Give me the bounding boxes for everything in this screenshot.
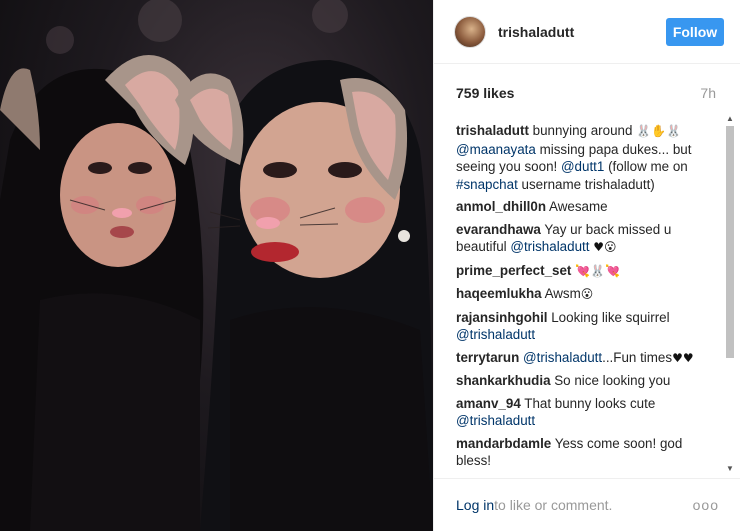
emoji-icon: ♥ bbox=[593, 240, 604, 254]
post-sidebar: trishaladutt Follow 759 likes 7h trishal… bbox=[433, 0, 740, 531]
comment-text: Awesame bbox=[546, 199, 608, 214]
comment-text: That bunny looks cute bbox=[520, 395, 656, 411]
emoji-icon: 🐰✋🐰 bbox=[636, 124, 681, 138]
scroll-track[interactable] bbox=[725, 126, 735, 464]
comment-mention-link[interactable]: #snapchat bbox=[456, 177, 518, 192]
more-options-icon[interactable]: ooo bbox=[693, 497, 719, 513]
comment-item: amanv_94 That bunny looks cute @trishala… bbox=[456, 395, 718, 430]
comments-list[interactable]: trishaladutt bunnying around 🐰✋🐰 @maanay… bbox=[456, 122, 718, 474]
scroll-down-arrow-icon[interactable]: ▼ bbox=[725, 464, 735, 474]
comment-text: bunnying around bbox=[528, 123, 637, 138]
comment-username[interactable]: mandarbdamle bbox=[456, 436, 551, 451]
comment-text: username trishaladutt) bbox=[517, 176, 655, 192]
comment-mention-link[interactable]: @trishaladutt bbox=[510, 239, 589, 254]
comment-username[interactable]: anmol_dhill0n bbox=[456, 199, 546, 214]
post-photo[interactable] bbox=[0, 0, 433, 531]
comment-text: So nice looking you bbox=[550, 373, 671, 388]
post-header: trishaladutt Follow bbox=[434, 0, 740, 64]
comment-item: anmol_dhill0n Awesame bbox=[456, 198, 718, 216]
likes-count[interactable]: 759 likes bbox=[456, 85, 514, 101]
emoji-icon: ♥♥ bbox=[672, 350, 694, 365]
comment-username[interactable]: trishaladutt bbox=[456, 123, 529, 138]
instagram-post: trishaladutt Follow 759 likes 7h trishal… bbox=[0, 0, 740, 531]
login-link[interactable]: Log in bbox=[456, 497, 494, 513]
comment-username[interactable]: prime_perfect_set bbox=[456, 263, 571, 278]
scroll-up-arrow-icon[interactable]: ▲ bbox=[725, 114, 735, 124]
comment-username[interactable]: evarandhawa bbox=[456, 222, 541, 237]
comments-section: trishaladutt bunnying around 🐰✋🐰 @maanay… bbox=[434, 114, 740, 474]
comment-mention-link[interactable]: @maanayata bbox=[456, 142, 536, 157]
post-username[interactable]: trishaladutt bbox=[498, 24, 666, 40]
user-avatar[interactable] bbox=[454, 15, 486, 48]
comment-username[interactable]: amanv_94 bbox=[456, 396, 521, 411]
comment-mention-link[interactable]: @trishaladutt bbox=[456, 413, 535, 428]
comment-mention-link[interactable]: @dutt1 bbox=[561, 159, 604, 174]
post-time[interactable]: 7h bbox=[700, 85, 716, 101]
comment-username[interactable]: shankarkhudia bbox=[456, 373, 551, 388]
comment-item: rajansinhgohil Looking like squirrel @tr… bbox=[456, 309, 718, 344]
comment-item: terrytarun @trishaladutt...Fun times♥♥ bbox=[456, 349, 718, 368]
comment-mention-link[interactable]: @trishaladutt bbox=[523, 350, 602, 365]
post-footer: Log in to like or comment. ooo bbox=[434, 478, 740, 531]
scroll-thumb[interactable] bbox=[726, 126, 734, 358]
photo-illustration bbox=[0, 0, 433, 531]
comment-username[interactable]: haqeemlukha bbox=[456, 286, 542, 301]
comment-text: Awsm bbox=[541, 286, 581, 301]
comment-text: Looking like squirrel bbox=[547, 309, 670, 325]
comment-item: shankarkhudia So nice looking you bbox=[456, 372, 718, 390]
comment-text: ...Fun times bbox=[602, 349, 673, 365]
emoji-icon: 😮 bbox=[580, 287, 594, 301]
comment-mention-link[interactable]: @trishaladutt bbox=[456, 327, 535, 342]
comment-item: trishaladutt bunnying around 🐰✋🐰 @maanay… bbox=[456, 122, 718, 193]
emoji-icon: 😮 bbox=[603, 240, 617, 254]
comment-item: prime_perfect_set 💘🐰💘 bbox=[456, 262, 718, 281]
comment-username[interactable]: rajansinhgohil bbox=[456, 310, 548, 325]
comment-username[interactable]: terrytarun bbox=[456, 350, 519, 365]
comments-scrollbar[interactable]: ▲ ▼ bbox=[723, 114, 737, 474]
comment-item: mandarbdamle Yess come soon! god bless! bbox=[456, 435, 718, 470]
emoji-icon: 💘🐰💘 bbox=[575, 263, 620, 278]
comment-item: evarandhawa Yay ur back missed u beautif… bbox=[456, 221, 718, 257]
comment-text: (follow me on bbox=[604, 159, 688, 174]
comment-item: haqeemlukha Awsm😮 bbox=[456, 285, 718, 304]
follow-button[interactable]: Follow bbox=[666, 17, 724, 46]
login-suffix: to like or comment. bbox=[494, 497, 613, 513]
